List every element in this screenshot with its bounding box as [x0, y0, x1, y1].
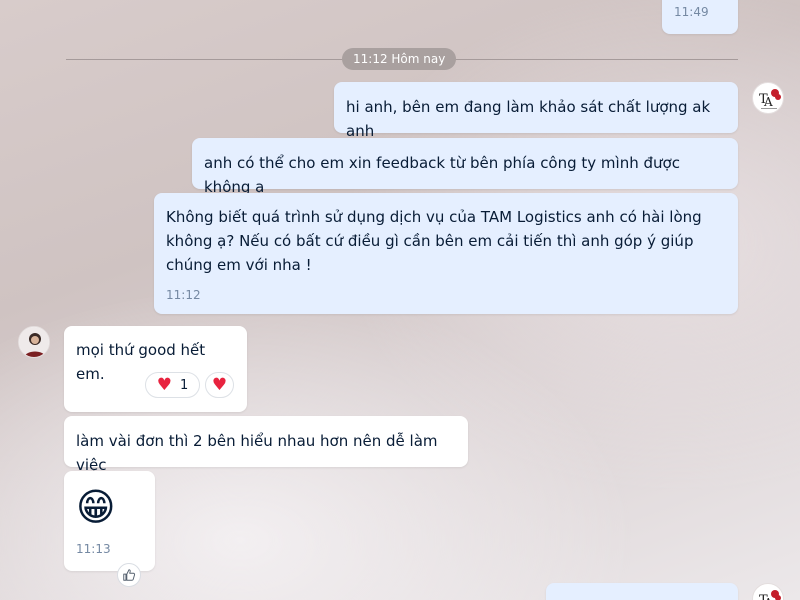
message-bubble-received[interactable]: 😁 11:13: [64, 471, 155, 571]
sender-avatar[interactable]: [18, 326, 50, 358]
message-text: hi anh, bên em đang làm khảo sát chất lư…: [346, 98, 715, 140]
date-divider: 11:12 Hôm nay: [342, 48, 457, 70]
svg-text:A: A: [763, 95, 773, 109]
react-heart-button[interactable]: ♥: [205, 372, 234, 398]
message-bubble-received[interactable]: làm vài đơn thì 2 bên hiểu nhau hơn nên …: [64, 416, 468, 474]
message-time: 11:13: [76, 542, 111, 556]
heart-icon: ♥: [211, 374, 228, 395]
message-time: 11:49: [674, 5, 709, 19]
message-time: 11:12: [166, 288, 201, 302]
reaction-summary[interactable]: ♥ 1: [145, 372, 200, 398]
like-icon[interactable]: [117, 563, 141, 587]
message-bubble-sent[interactable]: hi anh, bên em đang làm khảo sát chất lư…: [334, 82, 738, 140]
message-bubble-sent[interactable]: anh có thể cho em xin feedback từ bên ph…: [192, 138, 738, 196]
message-bubble-sent-partial[interactable]: 11:49: [662, 0, 738, 34]
contact-avatar[interactable]: T A: [752, 583, 784, 600]
message-bubble-received[interactable]: mọi thứ good hết em.: [64, 326, 247, 412]
grinning-face-emoji: 😁: [76, 485, 116, 529]
message-bubble-sent[interactable]: Không biết quá trình sử dụng dịch vụ của…: [154, 193, 738, 314]
person-avatar-icon: [19, 327, 49, 357]
brand-logo-icon: T A: [759, 89, 781, 109]
message-text: làm vài đơn thì 2 bên hiểu nhau hơn nên …: [76, 432, 443, 474]
message-text: Không biết quá trình sử dụng dịch vụ của…: [166, 208, 707, 274]
heart-icon: ♥: [156, 374, 172, 395]
reaction-count: 1: [179, 377, 189, 393]
contact-avatar[interactable]: T A: [752, 82, 784, 114]
svg-text:A: A: [763, 596, 773, 600]
message-bubble-sent-partial[interactable]: [546, 583, 738, 600]
message-text: anh có thể cho em xin feedback từ bên ph…: [204, 154, 685, 196]
thumbs-up-icon: [123, 569, 136, 581]
brand-logo-icon: T A: [759, 590, 781, 600]
